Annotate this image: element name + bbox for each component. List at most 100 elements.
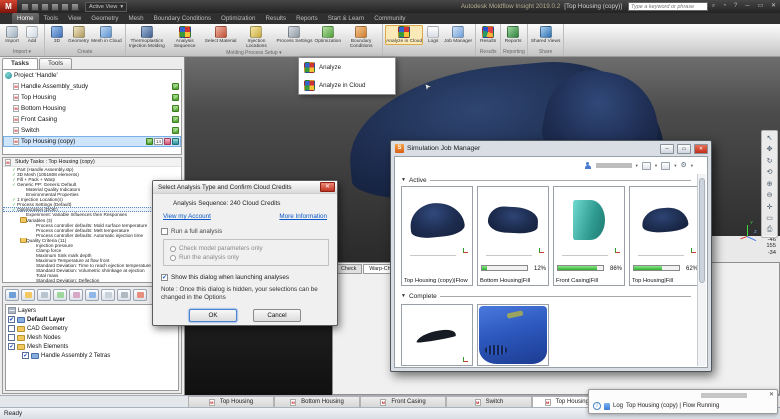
gear-icon[interactable]: ⚙ <box>680 162 686 170</box>
nav-tool-icon[interactable]: ⊖ <box>762 190 777 202</box>
study-row[interactable]: Handle Assembly_study <box>3 81 181 92</box>
layer-row[interactable]: CAD Geometry <box>8 324 176 333</box>
undo-icon[interactable] <box>51 3 59 11</box>
ribbon-button[interactable]: Job Manager <box>443 25 473 45</box>
study-row[interactable]: Switch <box>3 125 181 136</box>
menu-item[interactable]: Analyze in Cloud <box>299 76 395 94</box>
ribbon-tab[interactable]: View <box>63 13 86 24</box>
study-tab[interactable]: Bottom Housing <box>274 396 360 407</box>
ribbon-button[interactable]: Add <box>22 25 42 45</box>
ribbon-tab[interactable]: Mesh <box>123 13 148 24</box>
ribbon-tab[interactable]: Reports <box>291 13 323 24</box>
complete-job-card[interactable] <box>477 304 549 366</box>
new-folder-icon[interactable] <box>21 289 35 301</box>
more-information-link[interactable]: More Information <box>279 213 327 220</box>
layer-visibility-checkbox[interactable]: ✔ <box>22 352 29 359</box>
close-button[interactable]: ✕ <box>767 0 780 13</box>
ribbon-button[interactable]: Process Settings <box>275 25 313 45</box>
save-icon[interactable] <box>41 3 49 11</box>
ribbon-tab[interactable]: Results <box>260 13 291 24</box>
new-layer-icon[interactable] <box>5 289 19 301</box>
job-card[interactable]: 86% Front Casing|Fill <box>553 186 625 286</box>
ribbon-button[interactable]: Geometry <box>67 25 90 45</box>
ribbon-button[interactable]: Results <box>478 25 498 45</box>
complete-section-header[interactable]: Complete <box>395 290 707 302</box>
layer-visibility-checkbox[interactable]: ✔ <box>8 343 15 350</box>
maximize-button[interactable]: ▭ <box>754 0 767 13</box>
help-icon[interactable]: ? <box>730 0 741 13</box>
study-tab[interactable]: Front Casing <box>360 396 446 407</box>
run-full-analysis-checkbox[interactable] <box>161 228 168 235</box>
show-dialog-checkbox[interactable]: ✔ <box>161 274 168 281</box>
panel-tab[interactable]: Tasks <box>2 58 38 69</box>
jm-maximize-button[interactable]: ▭ <box>677 144 691 154</box>
nav-tool-icon[interactable]: ↻ <box>762 155 777 167</box>
job-card[interactable]: 12% Bottom Housing|Fill <box>477 186 549 286</box>
check-parameters-radio[interactable] <box>170 246 176 252</box>
layer-visibility-checkbox[interactable]: ✔ <box>8 316 15 323</box>
minimize-button[interactable]: ─ <box>741 0 754 13</box>
ribbon-tab[interactable]: Boundary Conditions <box>149 13 216 24</box>
open-icon[interactable] <box>31 3 39 11</box>
filter-layers-icon[interactable] <box>117 289 131 301</box>
layer-visibility-checkbox[interactable] <box>8 334 15 341</box>
job-card[interactable]: 62% Top Housing|Fill <box>629 186 701 286</box>
ribbon-button[interactable]: Boundary Conditions <box>342 25 380 50</box>
nav-tool-icon[interactable]: ▭ <box>762 213 777 225</box>
study-row[interactable]: Top Housing <box>3 92 181 103</box>
redo-icon[interactable] <box>61 3 69 11</box>
chevron-down-icon[interactable]: ▾ <box>691 163 693 169</box>
chevron-down-icon[interactable]: ▾ <box>636 163 638 169</box>
panel-tab[interactable]: Tools <box>39 58 72 69</box>
ribbon-button[interactable]: Import <box>2 25 22 45</box>
new-icon[interactable] <box>21 3 29 11</box>
job-card[interactable]: Top Housing (copy)|Flow <box>401 186 473 286</box>
menu-item[interactable]: Analyze <box>299 58 395 76</box>
chevron-down-icon[interactable]: ▾ <box>674 163 676 169</box>
log-file-icon[interactable] <box>604 403 610 410</box>
ribbon-button[interactable]: Select Material <box>204 25 238 45</box>
run-analysis-only-radio[interactable] <box>170 255 176 261</box>
delete-layer-icon[interactable] <box>133 289 147 301</box>
ribbon-tab[interactable]: Tools <box>39 13 63 24</box>
ribbon-button[interactable]: Analysis Sequence <box>166 25 204 50</box>
search-input[interactable] <box>628 2 708 11</box>
activate-layer-icon[interactable] <box>37 289 51 301</box>
ribbon-button[interactable]: 3D <box>47 25 67 45</box>
log-link[interactable]: Log <box>613 403 623 409</box>
clean-layers-icon[interactable] <box>69 289 83 301</box>
application-menu-button[interactable]: M <box>0 0 17 13</box>
ok-button[interactable]: OK <box>189 309 237 322</box>
cancel-button[interactable]: Cancel <box>253 309 301 322</box>
toast-close-icon[interactable] <box>769 391 774 398</box>
ribbon-tab[interactable]: Optimization <box>216 13 260 24</box>
ribbon-button[interactable]: Shared Views <box>530 25 562 45</box>
project-root-row[interactable]: Project 'Handle' <box>3 70 181 81</box>
sign-in-icon[interactable]: ◔ <box>719 0 730 13</box>
layers-root-row[interactable]: Layers <box>8 306 176 315</box>
ribbon-button[interactable]: Mesh in Cloud <box>90 25 123 45</box>
study-tab[interactable]: Top Housing <box>188 396 274 407</box>
jm-scrollbar[interactable] <box>697 174 706 366</box>
study-row[interactable]: Front Casing <box>3 114 181 125</box>
nav-tool-icon[interactable]: ⟲ <box>762 167 777 179</box>
ribbon-tab[interactable]: Start & Learn <box>323 13 369 24</box>
layer-visibility-checkbox[interactable] <box>8 325 15 332</box>
jm-scrollbar-thumb[interactable] <box>699 178 705 283</box>
ribbon-tab[interactable]: Community <box>369 13 410 24</box>
ribbon-tab[interactable]: Home <box>12 13 39 24</box>
ribbon-button[interactable]: Injection Locations <box>237 25 275 50</box>
active-section-header[interactable]: Active <box>395 174 707 186</box>
nav-tool-icon[interactable]: ⊕ <box>762 178 777 190</box>
nav-tool-icon[interactable]: ↖ <box>762 132 777 144</box>
ribbon-group-label[interactable]: Import ▾ <box>2 49 42 56</box>
layer-row[interactable]: ✔ Default Layer <box>8 315 176 324</box>
study-tab[interactable]: Switch <box>446 396 532 407</box>
ribbon-button[interactable]: Thermoplastics Injection Molding <box>128 25 166 50</box>
active-view-dropdown[interactable]: Active View▾ <box>85 2 127 12</box>
ribbon-tab[interactable]: Geometry <box>86 13 123 24</box>
complete-job-card[interactable] <box>401 304 473 366</box>
expand-layers-icon[interactable] <box>85 289 99 301</box>
logs-tab[interactable]: Check <box>335 264 362 274</box>
print-icon[interactable] <box>71 3 79 11</box>
